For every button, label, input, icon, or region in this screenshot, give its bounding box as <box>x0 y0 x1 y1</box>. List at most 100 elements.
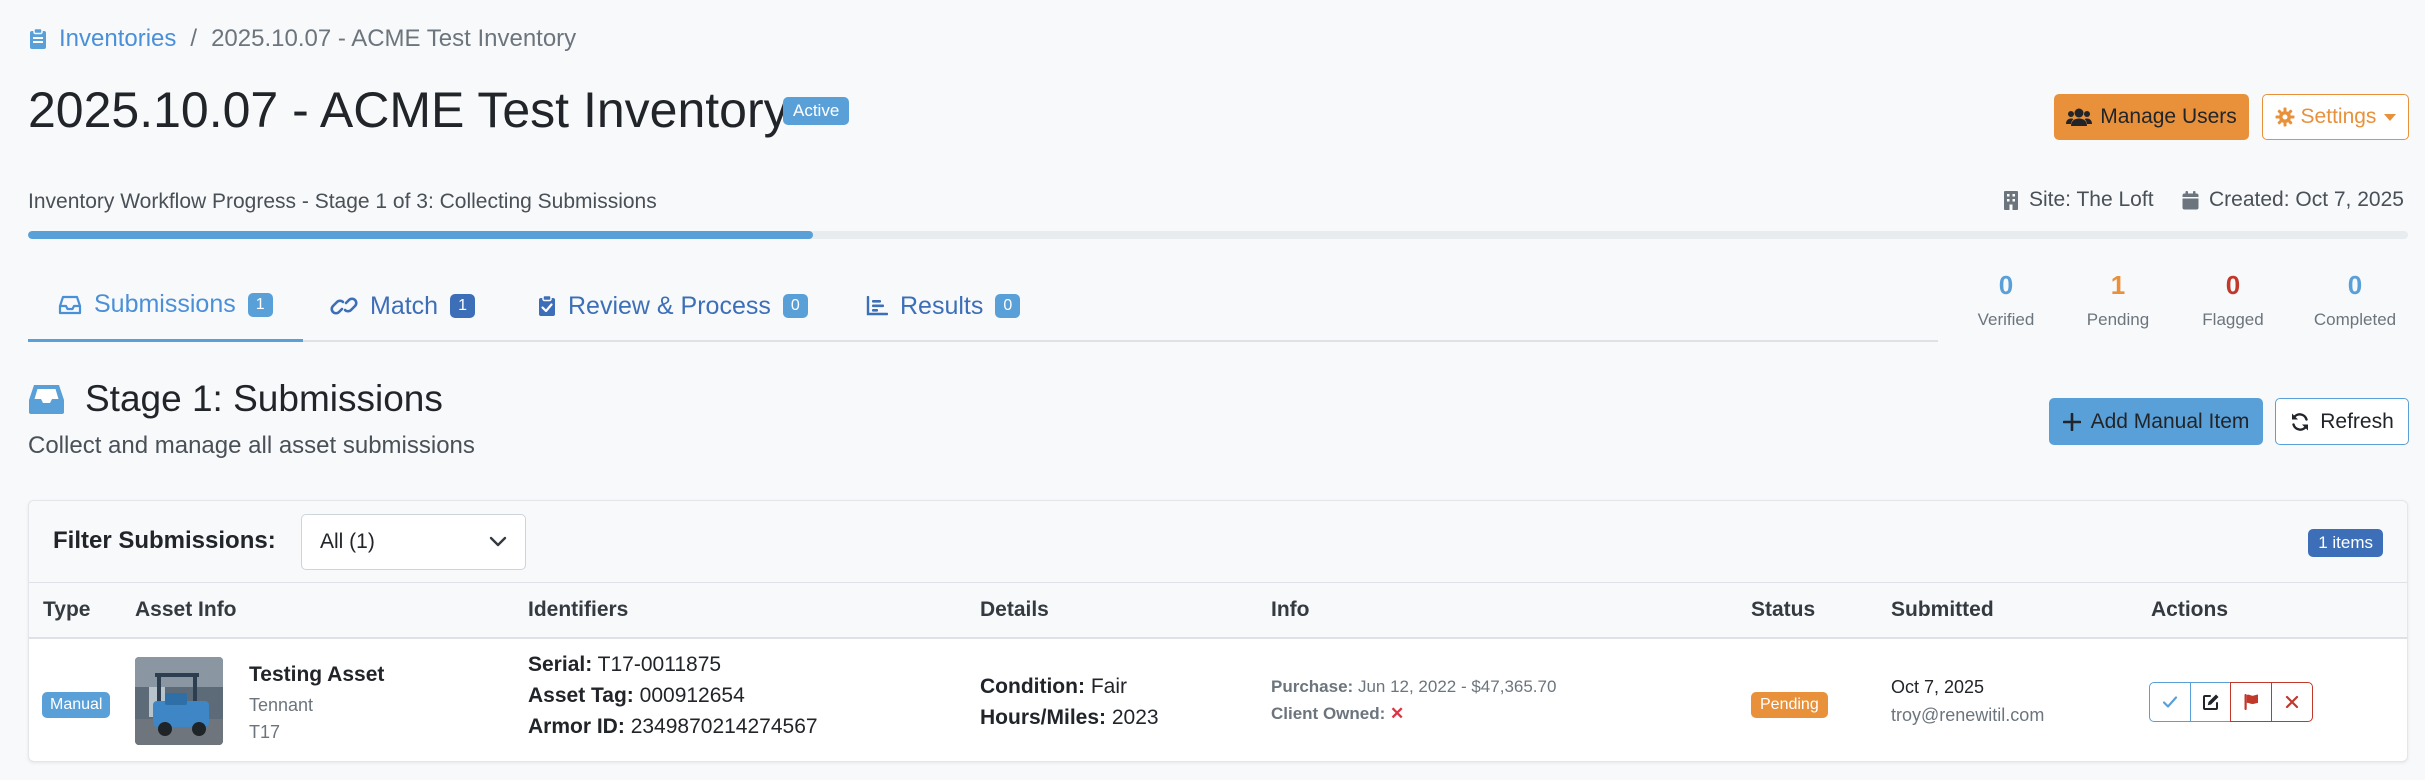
tab-submissions[interactable]: Submissions 1 <box>28 270 303 342</box>
stat-flagged: 0 Flagged <box>2173 268 2293 330</box>
stat-pending-label: Pending <box>2086 310 2150 329</box>
edit-button[interactable] <box>2189 682 2232 722</box>
header-info: Info <box>1271 598 1310 621</box>
type-badge: Manual <box>42 692 111 718</box>
armor-id-value: 2349870214274567 <box>630 715 818 738</box>
gear-icon <box>2275 107 2295 127</box>
tab-match[interactable]: Match 1 <box>330 270 475 342</box>
serial-label: Serial: <box>528 653 593 676</box>
bar-chart-icon <box>866 296 888 316</box>
purchase-field: Purchase: Jun 12, 2022 - $47,365.70 <box>1271 677 1556 697</box>
stage-title: Stage 1: Submissions <box>28 378 443 420</box>
hours-label: Hours/Miles: <box>980 706 1107 729</box>
breadcrumb-current: 2025.10.07 - ACME Test Inventory <box>211 25 577 52</box>
client-owned-label: Client Owned: <box>1271 704 1386 723</box>
breadcrumb-link-inventories[interactable]: Inventories <box>59 25 176 53</box>
submitted-by: troy@renewitil.com <box>1891 705 2045 725</box>
stage-subtitle: Collect and manage all asset submissions <box>28 432 475 459</box>
close-icon <box>2285 695 2299 709</box>
asset-make: Tennant <box>249 695 314 715</box>
stat-pending: 1 Pending <box>2058 268 2178 330</box>
header-submitted: Submitted <box>1891 598 1994 621</box>
asset-tag-label: Asset Tag: <box>528 684 634 707</box>
stat-verified-value: 0 <box>1998 270 2014 300</box>
inbox-icon <box>28 383 65 415</box>
hours-field: Hours/Miles: 2023 <box>980 706 1159 730</box>
stat-verified-label: Verified <box>1977 310 2035 329</box>
tab-results-count: 0 <box>995 294 1021 318</box>
hours-value: 2023 <box>1111 706 1159 729</box>
site-text: Site: The Loft <box>2029 188 2154 211</box>
tab-submissions-label: Submissions <box>94 290 236 318</box>
chevron-down-icon <box>2384 113 2397 121</box>
stage-title-text: Stage 1: Submissions <box>85 378 443 419</box>
flag-button[interactable] <box>2230 682 2272 722</box>
tab-review-process-count: 0 <box>782 294 808 318</box>
page-title: 2025.10.07 - ACME Test Inventory <box>28 82 789 138</box>
tab-results[interactable]: Results 0 <box>866 270 1021 342</box>
submissions-card: Filter Submissions: All (1) 1 items Type… <box>28 500 2408 762</box>
items-count-badge: 1 items <box>2308 529 2383 557</box>
tab-match-label: Match <box>370 291 439 320</box>
breadcrumb: Inventories / 2025.10.07 - ACME Test Inv… <box>29 24 576 54</box>
workflow-progress-bar <box>28 231 2408 239</box>
asset-name: Testing Asset <box>249 663 385 686</box>
settings-label: Settings <box>2300 105 2377 128</box>
client-owned-value: ✕ <box>1390 704 1405 723</box>
purchase-value: Jun 12, 2022 - $47,365.70 <box>1357 677 1557 696</box>
add-manual-item-button[interactable]: Add Manual Item <box>2049 398 2263 445</box>
serial-field: Serial: T17-0011875 <box>528 653 721 677</box>
serial-value: T17-0011875 <box>597 653 722 676</box>
link-icon <box>330 295 358 317</box>
users-icon <box>2066 107 2093 127</box>
clipboard-icon <box>29 28 47 50</box>
stat-flagged-value: 0 <box>2225 270 2241 300</box>
header-type: Type <box>43 598 91 621</box>
filter-select[interactable]: All (1) <box>301 514 526 570</box>
header-details: Details <box>980 598 1049 621</box>
breadcrumb-separator: / <box>190 25 198 52</box>
condition-field: Condition: Fair <box>980 675 1127 699</box>
tab-match-count: 1 <box>450 294 475 318</box>
stat-verified: 0 Verified <box>1946 268 2066 330</box>
stage-tabs: Submissions 1 Match 1 Review & Process 0… <box>28 270 1938 342</box>
chevron-down-icon <box>489 536 507 548</box>
filter-bar: Filter Submissions: All (1) 1 items <box>29 501 2407 583</box>
header-asset-info: Asset Info <box>135 598 237 621</box>
asset-thumbnail[interactable] <box>135 657 223 745</box>
armor-id-label: Armor ID: <box>528 715 625 738</box>
inbox-icon <box>58 295 82 315</box>
site-info: Site: The Loft <box>2003 188 2154 212</box>
stat-completed-value: 0 <box>2347 270 2363 300</box>
refresh-button[interactable]: Refresh <box>2275 398 2409 445</box>
tab-review-process-label: Review & Process <box>568 291 771 320</box>
table-row[interactable]: Manual Testing Asset Tennant T17 Serial:… <box>29 639 2407 763</box>
submitted-date: Oct 7, 2025 <box>1891 677 1985 697</box>
tab-review-process[interactable]: Review & Process 0 <box>538 270 808 342</box>
stat-completed-label: Completed <box>2313 310 2397 329</box>
row-actions <box>2149 682 2313 722</box>
asset-model: T17 <box>249 722 281 742</box>
reject-button[interactable] <box>2270 682 2313 722</box>
clipboard-check-icon <box>538 295 556 317</box>
header-actions: Actions <box>2151 598 2229 621</box>
flag-icon <box>2243 693 2259 711</box>
manage-users-button[interactable]: Manage Users <box>2054 94 2249 140</box>
client-owned-field: Client Owned: ✕ <box>1271 704 1404 724</box>
verify-button[interactable] <box>2149 682 2191 722</box>
manage-users-label: Manage Users <box>2100 105 2237 128</box>
status-badge-pending: Pending <box>1751 692 1828 718</box>
filter-label: Filter Submissions: <box>53 527 276 554</box>
stat-pending-value: 1 <box>2110 270 2126 300</box>
created-info: Created: Oct 7, 2025 <box>2182 188 2404 212</box>
settings-dropdown-button[interactable]: Settings <box>2262 94 2409 140</box>
check-icon <box>2162 695 2178 709</box>
plus-icon <box>2062 412 2081 431</box>
status-badge: Active <box>783 97 850 125</box>
created-text: Created: Oct 7, 2025 <box>2209 188 2404 211</box>
workflow-progress-fill <box>28 231 814 239</box>
tab-submissions-count: 1 <box>247 292 273 317</box>
condition-value: Fair <box>1090 675 1127 698</box>
calendar-icon <box>2182 190 2199 210</box>
asset-tag-value: 000912654 <box>639 684 745 707</box>
